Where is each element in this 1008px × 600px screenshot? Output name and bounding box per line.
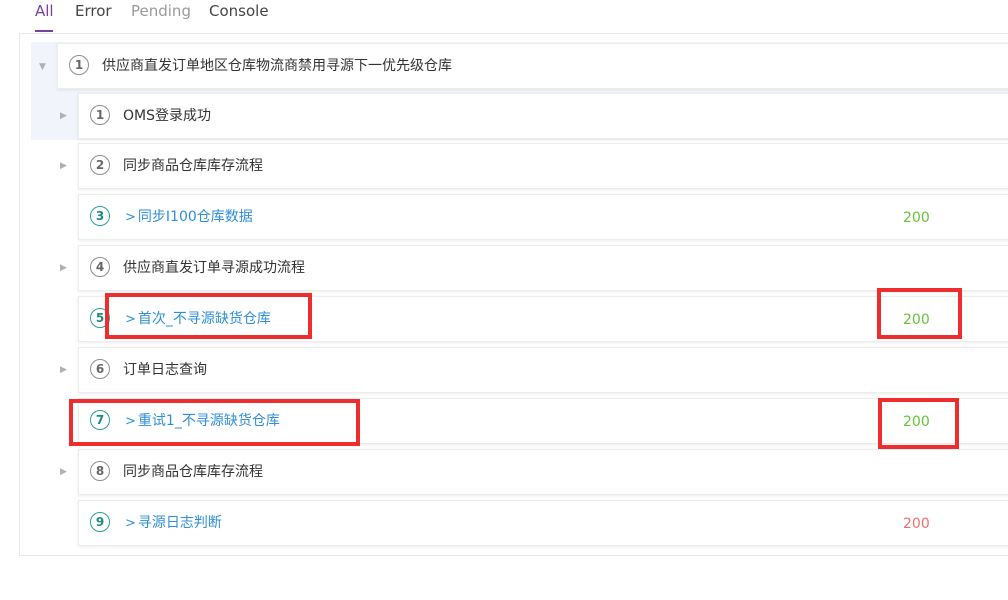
tab-pending[interactable]: Pending [131,2,191,20]
tab-error[interactable]: Error [75,2,112,20]
step-number-badge: 4 [90,257,110,277]
status-code: 200 [903,516,930,532]
step-label: 供应商直发订单寻源成功流程 [123,260,305,276]
step-number-badge: 1 [69,55,89,75]
tab-all[interactable]: All [35,2,54,20]
api-step-row[interactable]: 3 > 同步I100仓库数据 200 [78,194,1008,240]
step-row[interactable]: 1 OMS登录成功 [78,93,1008,139]
step-row[interactable]: 8 同步商品仓库库存流程 [78,449,1008,495]
chevron-right-icon: > [125,210,136,225]
highlight-box [69,399,360,446]
highlight-box [877,288,962,339]
expand-caret-icon[interactable]: ▶ [60,365,70,375]
step-row[interactable]: 2 同步商品仓库库存流程 [78,143,1008,189]
status-code: 200 [903,210,930,226]
api-step-label: > 寻源日志判断 [125,513,222,534]
highlight-box [878,398,959,449]
api-step-text: 同步I100仓库数据 [137,209,253,225]
step-number-badge: 1 [90,105,110,125]
active-tab-indicator [35,30,53,32]
highlight-box [105,293,312,339]
step-label: 同步商品仓库库存流程 [123,464,263,480]
expand-caret-icon[interactable]: ▶ [60,161,70,171]
tab-console[interactable]: Console [209,2,269,20]
step-number-badge: 8 [90,461,110,481]
step-number-badge: 9 [90,512,110,532]
tab-bar: All Error Pending Console [0,0,1008,34]
api-step-text: 寻源日志判断 [137,515,222,531]
step-number-badge: 6 [90,359,110,379]
step-label: 同步商品仓库库存流程 [123,158,263,174]
group-title: 供应商直发订单地区仓库物流商禁用寻源下一优先级仓库 [102,58,452,74]
step-row[interactable]: 6 订单日志查询 [78,347,1008,393]
step-number-badge: 3 [90,206,110,226]
group-row[interactable]: 1 供应商直发订单地区仓库物流商禁用寻源下一优先级仓库 [57,43,1008,89]
expand-caret-icon[interactable]: ▶ [60,263,70,273]
api-step-row[interactable]: 9 > 寻源日志判断 200 [78,500,1008,546]
step-label: OMS登录成功 [123,108,211,124]
step-number-badge: 2 [90,155,110,175]
chevron-right-icon: > [125,516,136,531]
expand-caret-icon[interactable]: ▶ [60,467,70,477]
expand-caret-icon[interactable]: ▶ [60,111,70,121]
api-step-label: > 同步I100仓库数据 [125,207,253,228]
step-label: 订单日志查询 [123,362,207,378]
collapse-caret-icon[interactable]: ▼ [39,62,49,72]
step-row[interactable]: 4 供应商直发订单寻源成功流程 [78,245,1008,291]
